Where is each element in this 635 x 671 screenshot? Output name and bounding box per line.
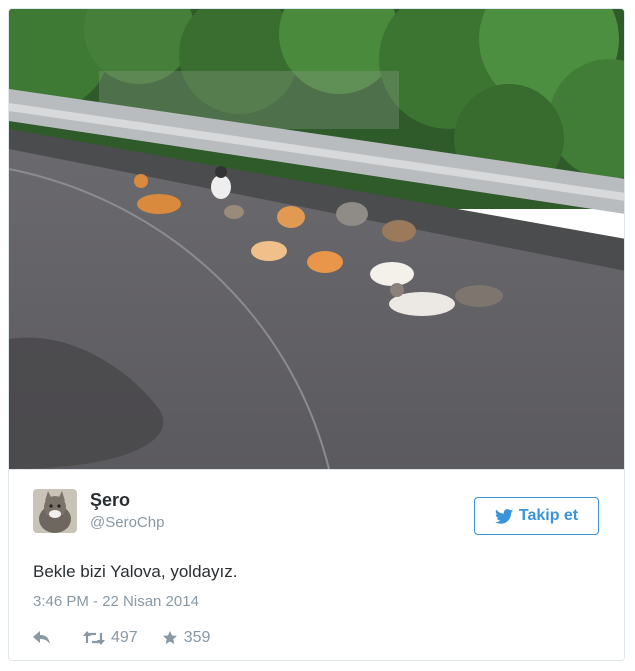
twitter-bird-icon: [494, 508, 513, 524]
username[interactable]: @SeroChp: [90, 514, 164, 531]
tweet-card: Şero @SeroChp Takip et Bekle bizi Yalova…: [8, 8, 625, 661]
tweet-text: Bekle bizi Yalova, yoldayız.: [33, 562, 238, 581]
favorite-button[interactable]: 359: [162, 629, 211, 647]
reply-button[interactable]: [33, 631, 51, 645]
timestamp[interactable]: 3:46 PM - 22 Nisan 2014: [33, 593, 199, 610]
retweet-count: 497: [111, 629, 138, 646]
tweet-actions: 497 359: [33, 626, 210, 650]
follow-label: Takip et: [518, 507, 579, 524]
follow-button[interactable]: Takip et: [474, 497, 599, 535]
favorite-count: 359: [183, 629, 211, 646]
tweet-meta: Şero @SeroChp Takip et Bekle bizi Yalova…: [9, 469, 624, 660]
star-icon: [162, 631, 177, 644]
retweet-button[interactable]: 497: [83, 629, 138, 647]
avatar[interactable]: [33, 489, 77, 533]
tweet-photo[interactable]: [9, 9, 625, 469]
display-name[interactable]: Şero: [90, 490, 130, 511]
retweet-icon: [83, 631, 105, 645]
reply-icon: [33, 631, 50, 644]
